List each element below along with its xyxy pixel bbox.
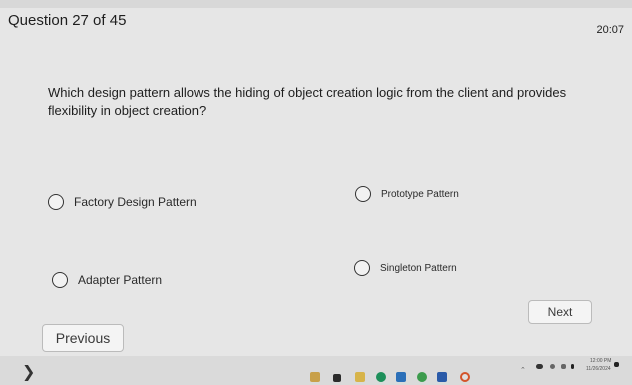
file-explorer-icon[interactable] bbox=[355, 372, 365, 382]
option-label: Singleton Pattern bbox=[380, 262, 457, 274]
option-factory-design-pattern[interactable]: Factory Design Pattern bbox=[48, 194, 197, 210]
radio-button[interactable] bbox=[354, 260, 370, 276]
chevron-right-icon[interactable]: ❯ bbox=[22, 362, 35, 381]
option-label: Prototype Pattern bbox=[381, 188, 459, 200]
folder-icon[interactable] bbox=[310, 372, 320, 382]
store-icon[interactable] bbox=[396, 372, 406, 382]
edge-icon[interactable] bbox=[376, 372, 386, 382]
question-counter: Question 27 of 45 bbox=[8, 12, 127, 29]
option-label: Adapter Pattern bbox=[78, 273, 163, 287]
clock-time[interactable]: 12:00 PM bbox=[590, 358, 611, 364]
clock-date[interactable]: 11/26/2024 bbox=[586, 366, 611, 372]
option-singleton-pattern[interactable]: Singleton Pattern bbox=[354, 260, 457, 276]
terminal-icon[interactable] bbox=[333, 374, 341, 382]
record-icon[interactable] bbox=[460, 372, 470, 382]
cloud-icon[interactable] bbox=[536, 364, 543, 369]
question-text: Which design pattern allows the hiding o… bbox=[48, 85, 567, 118]
chrome-icon[interactable] bbox=[417, 372, 427, 382]
radio-button[interactable] bbox=[48, 194, 64, 210]
speaker-icon[interactable] bbox=[561, 364, 566, 369]
option-label: Factory Design Pattern bbox=[74, 195, 197, 209]
previous-button[interactable]: Previous bbox=[42, 324, 124, 352]
wifi-icon[interactable] bbox=[550, 364, 555, 369]
radio-button[interactable] bbox=[355, 186, 371, 202]
radio-button[interactable] bbox=[52, 272, 68, 288]
countdown-timer: 20:07 bbox=[596, 24, 624, 36]
next-button[interactable]: Next bbox=[528, 300, 592, 324]
browser-top-bar bbox=[0, 0, 632, 8]
word-icon[interactable] bbox=[437, 372, 447, 382]
option-adapter-pattern[interactable]: Adapter Pattern bbox=[52, 272, 162, 288]
option-prototype-pattern[interactable]: Prototype Pattern bbox=[355, 186, 459, 202]
chevron-up-icon[interactable]: ⌃ bbox=[520, 366, 526, 374]
notification-icon[interactable] bbox=[614, 362, 619, 367]
battery-icon[interactable] bbox=[571, 364, 574, 369]
